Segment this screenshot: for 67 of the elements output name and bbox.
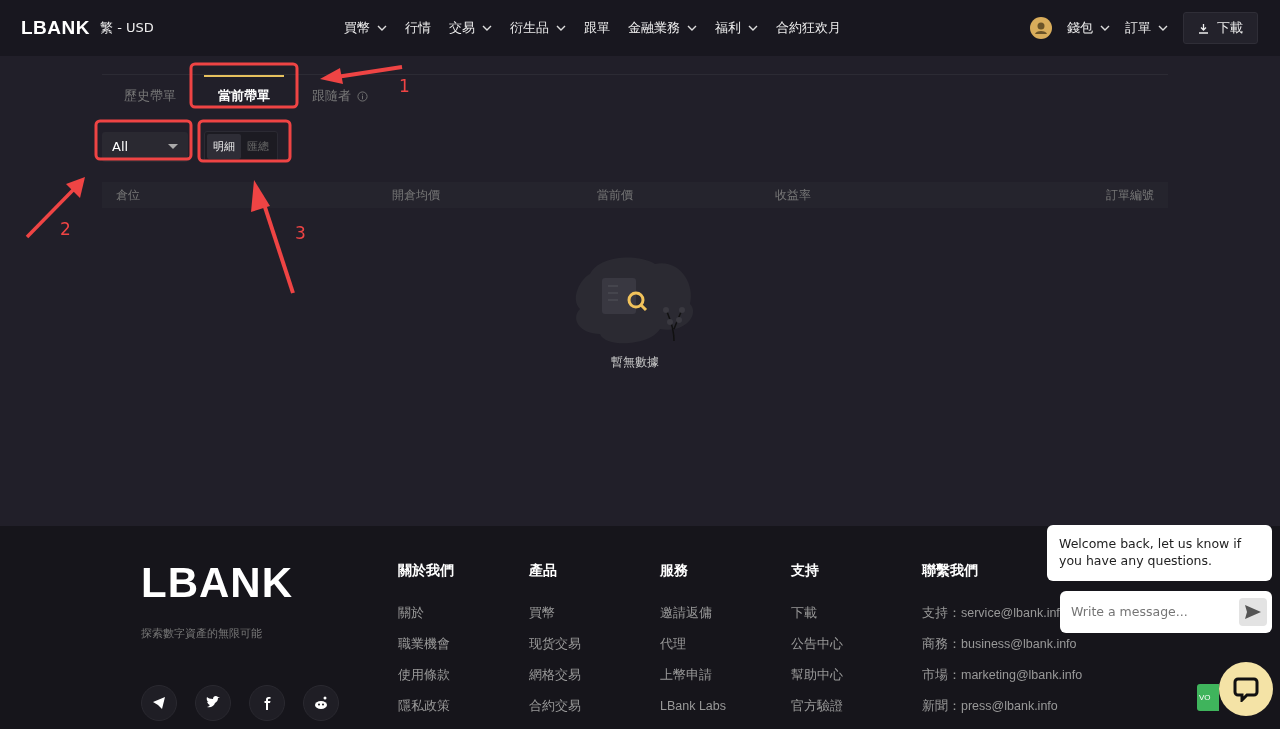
locale-button[interactable]: 繁 - USD [100,19,154,37]
nav-item[interactable]: 交易 [448,19,492,37]
footer-link[interactable]: 幫助中心 [791,667,843,683]
logo[interactable]: LBANK [21,17,90,39]
filter-dropdown[interactable]: All [102,131,188,162]
nav-item[interactable]: 行情 [404,19,431,37]
footer-heading: 服務 [660,562,689,580]
footer-logo: LBANK [141,562,294,604]
chat-popover: Welcome back, let us know if you have any questions. [1047,525,1272,581]
download-button[interactable]: 下載 [1183,12,1258,44]
tagline: 探索數字資產的無限可能 [141,626,263,641]
caret-icon [168,144,178,149]
footer-link[interactable]: 现货交易 [529,636,581,652]
annotation-number: 3 [295,223,306,243]
footer-link[interactable]: 上幣申請 [660,667,712,683]
nav-item[interactable]: 合約狂欢月 [775,19,841,37]
footer-heading: 關於我們 [398,562,455,580]
tab[interactable]: 歷史帶單 [112,75,188,111]
footer-link[interactable]: 關於 [398,605,424,621]
column-header: 當前價 [596,186,633,204]
bird-icon[interactable] [195,685,231,721]
column-header: 開倉均價 [391,186,440,204]
nav-item[interactable]: 金融業務 [627,19,697,37]
footer-link[interactable]: 商務：business@lbank.info [922,636,1077,652]
nav-item[interactable]: 錢包 [1067,19,1110,37]
toggle-option[interactable]: 明細 [207,134,241,159]
facebook-icon[interactable] [249,685,285,721]
download-icon [1198,22,1209,34]
footer-link[interactable]: 隱私政策 [398,698,450,714]
avatar-icon[interactable] [1030,17,1052,39]
chat-bubble-icon [1233,676,1259,702]
annotation-arrow [25,177,85,239]
nav-item[interactable]: 跟單 [583,19,610,37]
footer-link[interactable]: 使用條款 [398,667,450,683]
nav-item[interactable]: 買幣 [343,19,387,37]
send-button[interactable] [1239,597,1267,626]
paper-plane-icon[interactable] [141,685,177,721]
footer-link[interactable]: 職業機會 [398,636,450,652]
footer-link[interactable]: 網格交易 [529,667,581,683]
footer-link[interactable]: 新聞：press@lbank.info [922,698,1058,714]
nav-item[interactable]: 福利 [714,19,758,37]
tab[interactable]: 跟隨者 [300,75,380,111]
reddit-icon[interactable] [303,685,339,721]
column-header: 收益率 [774,186,811,204]
footer-link[interactable]: 代理 [660,636,686,652]
footer-link[interactable]: 市場：marketing@lbank.info [922,667,1083,683]
chat-composer[interactable]: Write a message... [1060,590,1272,633]
column-header: 倉位 [115,186,141,204]
footer-link[interactable]: 官方驗證 [791,698,843,714]
footer-link[interactable]: 買幣 [529,605,555,621]
footer-link[interactable]: LBank Labs [660,698,727,714]
footer-heading: 聯繫我們 [922,562,979,580]
annotation-number: 1 [399,76,410,96]
column-header: 訂單編號 [1105,186,1155,204]
tab[interactable]: 當前帶單 [198,75,290,111]
annotation-number: 2 [60,219,71,239]
send-icon [1245,604,1261,619]
footer-link[interactable]: 合約交易 [529,698,581,714]
footer-link[interactable]: 邀請返傭 [660,605,712,621]
footer-heading: 支持 [791,562,820,580]
footer-link[interactable]: 下載 [791,605,817,621]
footer-heading: 產品 [529,562,558,580]
empty-message: 暫無數據 [611,354,659,371]
footer-link[interactable]: 支持：service@lbank.inf [922,605,1060,621]
nav-item[interactable]: 訂單 [1125,19,1168,37]
footer-link[interactable]: 公告中心 [791,636,843,652]
nav-item[interactable]: 衍生品 [509,19,566,37]
